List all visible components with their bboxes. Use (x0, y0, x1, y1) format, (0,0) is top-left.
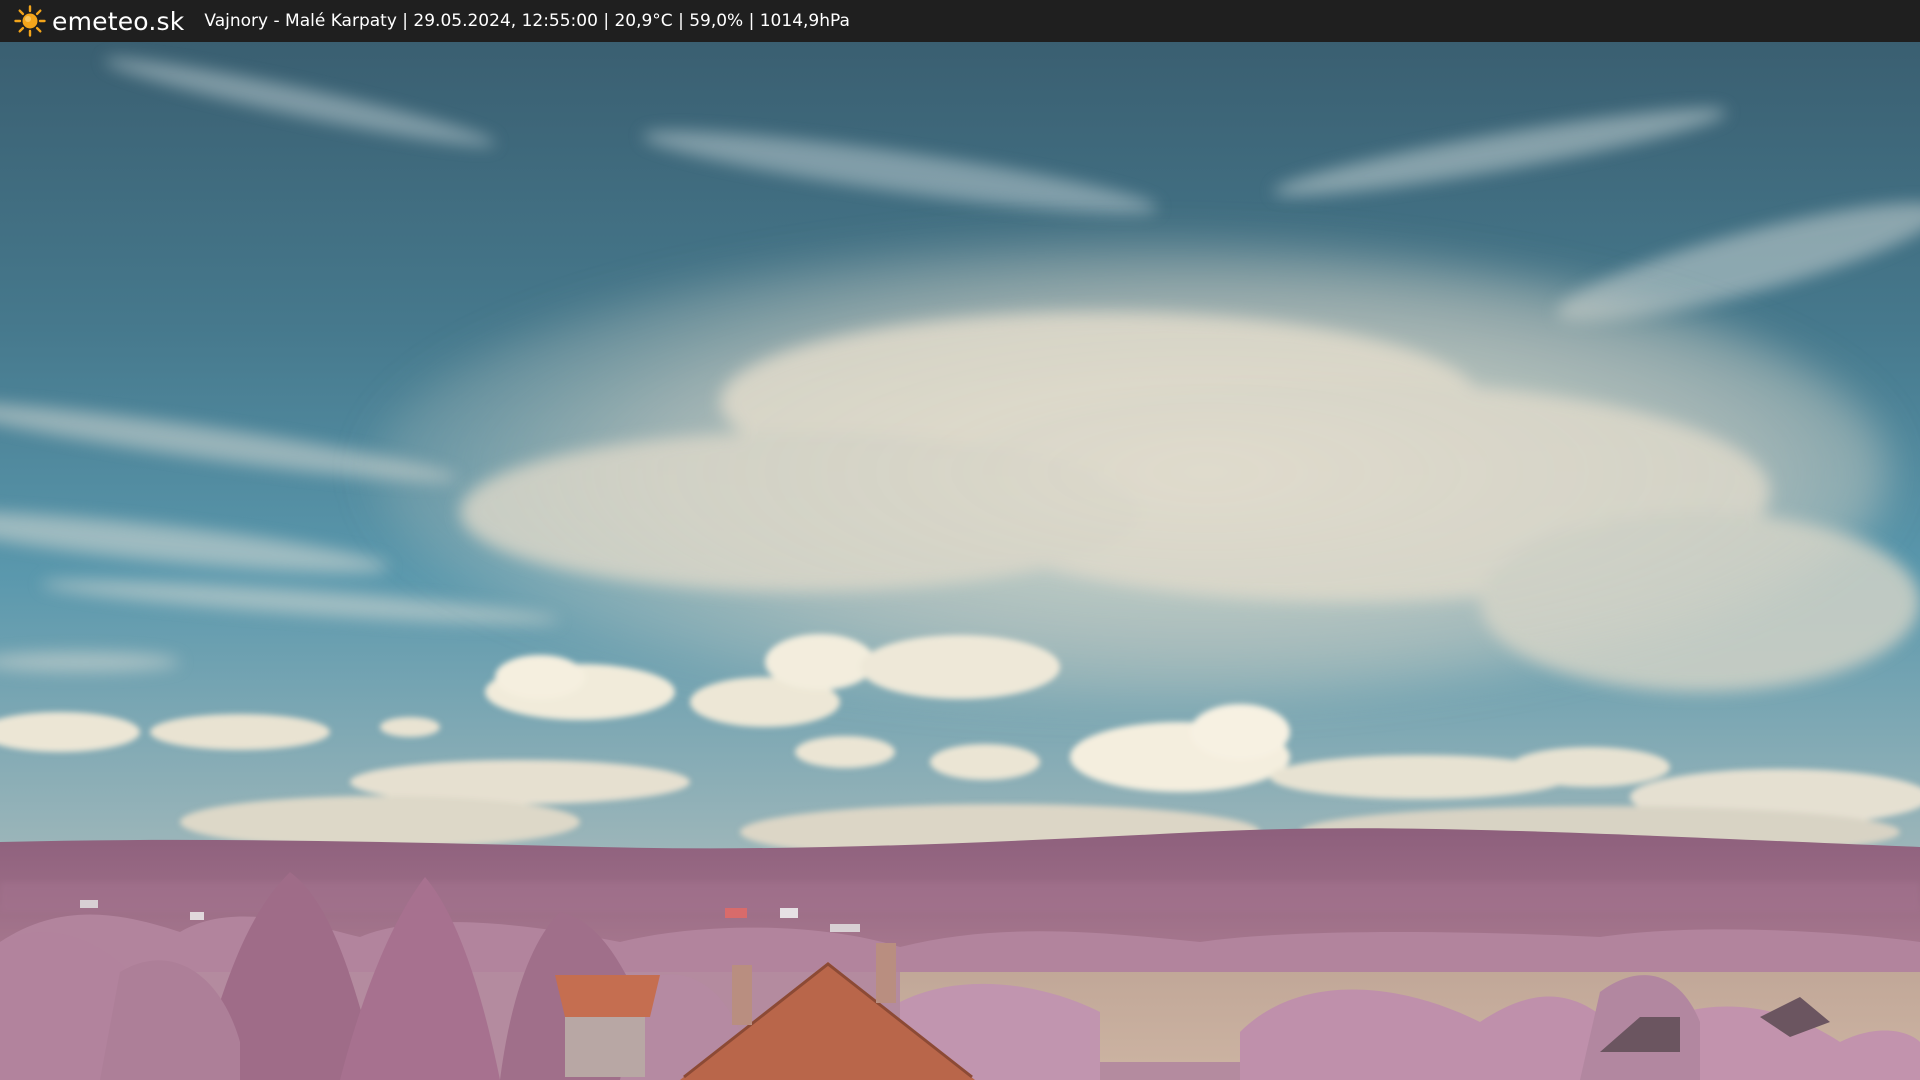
house-left (555, 975, 660, 1077)
brand-logo[interactable]: emeteo.sk (14, 5, 184, 37)
webcam-frame: emeteo.sk Vajnory - Malé Karpaty | 29.05… (0, 0, 1920, 1080)
top-bar: emeteo.sk Vajnory - Malé Karpaty | 29.05… (0, 0, 1920, 42)
brand-name: emeteo.sk (52, 6, 185, 36)
webcam-image (0, 42, 1920, 1080)
station-info: Vajnory - Malé Karpaty | 29.05.2024, 12:… (204, 11, 850, 31)
sun-icon (14, 5, 46, 37)
